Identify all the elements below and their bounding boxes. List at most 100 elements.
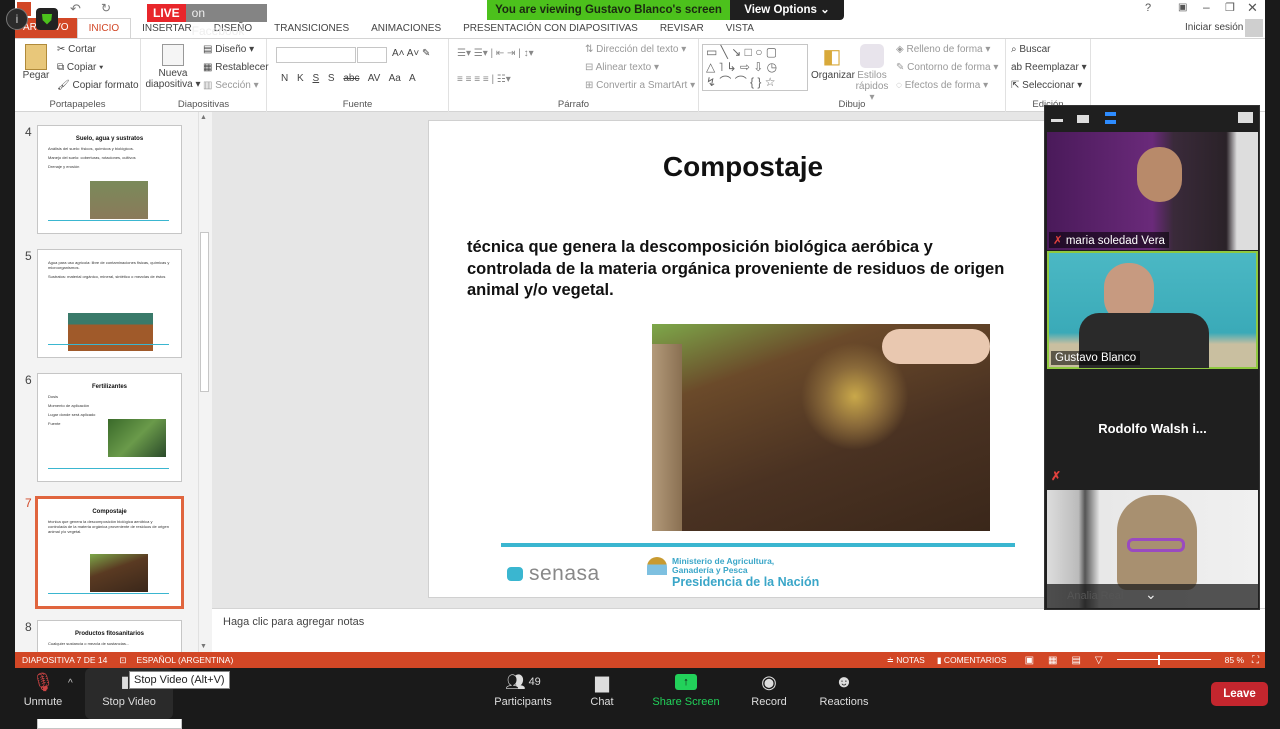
paste-button[interactable]: Pegar (21, 44, 51, 81)
select-button[interactable]: ⇱ Seleccionar ▾ (1011, 80, 1082, 91)
compost-photo (652, 324, 990, 531)
shield-icon[interactable]: ⛊ (36, 8, 58, 30)
zoom-slider-thumb[interactable] (1157, 655, 1160, 665)
live-badge[interactable]: LIVE on Facebook (147, 4, 267, 38)
notes-pane[interactable]: Haga clic para agregar notas (212, 608, 1265, 652)
font-format-buttons[interactable]: N K S S abc AV Aa A (281, 73, 416, 84)
italic-button[interactable]: K (297, 73, 304, 84)
thumbnail-text: Drenaje y erosión (48, 164, 80, 169)
audio-options-caret[interactable]: ^ (68, 678, 73, 689)
fit-slide-icon[interactable]: ⛶ (1252, 655, 1259, 666)
smartart-button[interactable]: ⊞ Convertir a SmartArt ▾ (585, 80, 695, 91)
font-color-button[interactable]: A (409, 73, 416, 84)
underline-button[interactable]: S (312, 73, 319, 84)
unmute-button[interactable]: 🎙︎ Unmute (18, 668, 68, 719)
quick-styles-button[interactable]: Estilos rápidos ▾ (854, 44, 890, 103)
video-tile[interactable]: ✗ maria soledad Vera (1047, 132, 1258, 250)
close-button[interactable]: ✕ (1247, 0, 1258, 16)
zoom-slider[interactable] (1116, 655, 1211, 665)
font-grow-shrink[interactable]: A˄ A˅ ✎ (392, 48, 430, 59)
tab-presentacion[interactable]: PRESENTACIÓN CON DIAPOSITIVAS (452, 23, 649, 34)
text-direction-button[interactable]: ⇅ Dirección del texto ▾ (585, 44, 686, 55)
leave-button[interactable]: Leave (1211, 682, 1268, 706)
thumbnail-text: Análisis del suelo: físicos, químicos y … (48, 146, 134, 151)
reading-view-icon[interactable]: ▤ (1071, 655, 1080, 666)
hide-video-icon[interactable] (1077, 115, 1089, 123)
shape-fill-button[interactable]: ◈ Relleno de forma ▾ (896, 44, 990, 55)
slideshow-icon[interactable]: ▽ (1095, 655, 1103, 666)
section-button[interactable]: ▥ Sección ▾ (203, 80, 259, 91)
video-tile-active-speaker[interactable]: Gustavo Blanco (1047, 251, 1258, 369)
tab-revisar[interactable]: REVISAR (649, 23, 715, 34)
slide-divider (501, 543, 1015, 547)
slide-thumbnail[interactable]: Suelo, agua y sustratos Análisis del suel… (37, 125, 182, 234)
share-screen-button[interactable]: ↑ Share Screen (650, 668, 722, 719)
format-painter-button[interactable]: 🖌 Copiar formato (57, 80, 139, 91)
undo-icon[interactable]: ↶ (70, 1, 81, 17)
chevron-down-icon[interactable]: ⌄ (1145, 586, 1157, 603)
senasa-logo: senasa (507, 562, 600, 586)
participants-button[interactable]: 👥︎ 49 Participants (490, 668, 556, 719)
meeting-info-icon[interactable]: i (6, 8, 28, 30)
view-options-button[interactable]: View Options ⌄ (730, 0, 844, 20)
minimize-video-icon[interactable] (1051, 119, 1063, 122)
tab-transiciones[interactable]: TRANSICIONES (263, 23, 360, 34)
case-button[interactable]: Aa (389, 73, 401, 84)
zoom-percent[interactable]: 85 % (1225, 655, 1244, 665)
slide-thumbnail[interactable]: Compostaje técnica que genera la descompo… (35, 496, 184, 609)
bold-button[interactable]: N (281, 73, 288, 84)
strike-button[interactable]: abc (343, 73, 359, 84)
spellcheck-icon[interactable]: ⊡ (119, 655, 126, 666)
list-buttons[interactable]: ☰▾ ☰▾ | ⇤ ⇥ | ↕▾ (457, 48, 534, 59)
scrollbar-thumb[interactable] (200, 232, 209, 392)
normal-view-icon[interactable]: ▣ (1025, 655, 1034, 666)
scroll-up-icon[interactable]: ▲ (200, 114, 207, 121)
comments-button[interactable]: ▮ COMENTARIOS (937, 655, 1007, 666)
shape-effects-button[interactable]: ◌ Efectos de forma ▾ (896, 80, 988, 91)
copy-button[interactable]: ⧉ Copiar ▾ (57, 62, 103, 73)
video-tile-no-video[interactable]: Rodolfo Walsh i... ✗ (1047, 371, 1258, 485)
cut-button[interactable]: ✂ Cortar (57, 44, 96, 55)
slide-thumbnail[interactable]: Agua para uso agrícola: libre de contami… (37, 249, 182, 358)
shapes-gallery[interactable]: ▭ ╲ ↘ □ ○ ▢ △ ˥ ↳ ⇨ ⇩ ◷ ↯ ⌒ ⌒ { } ☆ (702, 44, 808, 91)
tab-vista[interactable]: VISTA (715, 23, 765, 34)
find-button[interactable]: ⌕ Buscar (1011, 44, 1051, 55)
exit-panel-icon[interactable] (1238, 112, 1253, 123)
restore-button[interactable]: ❐ (1225, 1, 1235, 14)
slide-thumbnail[interactable]: Fertilizantes Dosis Momento de aplicación L… (37, 373, 182, 482)
align-text-button[interactable]: ⊟ Alinear texto ▾ (585, 62, 659, 73)
font-size-select[interactable] (357, 47, 387, 63)
help-button[interactable]: ? (1145, 2, 1151, 14)
shape-outline-button[interactable]: ✎ Contorno de forma ▾ (896, 62, 998, 73)
thumbnail-scrollbar[interactable]: ▲ ▼ (198, 112, 210, 652)
ribbon-display-icon[interactable]: ▣ (1178, 2, 1187, 13)
record-button[interactable]: ◉ Record (748, 668, 790, 719)
language-status[interactable]: ESPAÑOL (ARGENTINA) (136, 655, 233, 665)
replace-button[interactable]: ab Reemplazar ▾ (1011, 62, 1087, 73)
notes-button[interactable]: ≐ NOTAS (887, 655, 925, 666)
scroll-down-icon[interactable]: ▼ (200, 643, 207, 650)
thumbnail-image (90, 181, 148, 219)
arrange-button[interactable]: ◧ Organizar (811, 44, 855, 81)
spacing-button[interactable]: AV (368, 73, 381, 84)
thumbnail-text: técnica que genera la descomposición bio… (48, 519, 169, 534)
current-slide[interactable]: Compostaje técnica que genera la descomp… (428, 120, 1058, 598)
reset-button[interactable]: ▦ Restablecer (203, 62, 269, 73)
new-slide-label2: diapositiva (145, 79, 193, 90)
align-buttons[interactable]: ≡ ≡ ≡ ≡ | ☷▾ (457, 74, 511, 85)
shadow-button[interactable]: S (328, 73, 335, 84)
sorter-view-icon[interactable]: ▦ (1048, 655, 1057, 666)
status-bar: DIAPOSITIVA 7 DE 14 ⊡ ESPAÑOL (ARGENTINA… (15, 652, 1265, 668)
reactions-button[interactable]: ☻ Reactions (815, 668, 873, 719)
gallery-view-icon[interactable] (1105, 112, 1116, 124)
slide-number: 6 (25, 373, 32, 387)
new-slide-button[interactable]: Nueva diapositiva ▾ (145, 44, 201, 90)
font-family-select[interactable] (276, 47, 356, 63)
tab-inicio[interactable]: INICIO (76, 18, 132, 38)
redo-icon[interactable]: ↻ (101, 1, 111, 15)
minimize-button[interactable]: – (1203, 0, 1210, 14)
layout-button[interactable]: ▤ Diseño ▾ (203, 44, 254, 55)
tab-animaciones[interactable]: ANIMACIONES (360, 23, 452, 34)
video-tile[interactable]: Analia Real ⌄ (1047, 490, 1258, 608)
chat-button[interactable]: ▆ Chat (582, 668, 622, 719)
